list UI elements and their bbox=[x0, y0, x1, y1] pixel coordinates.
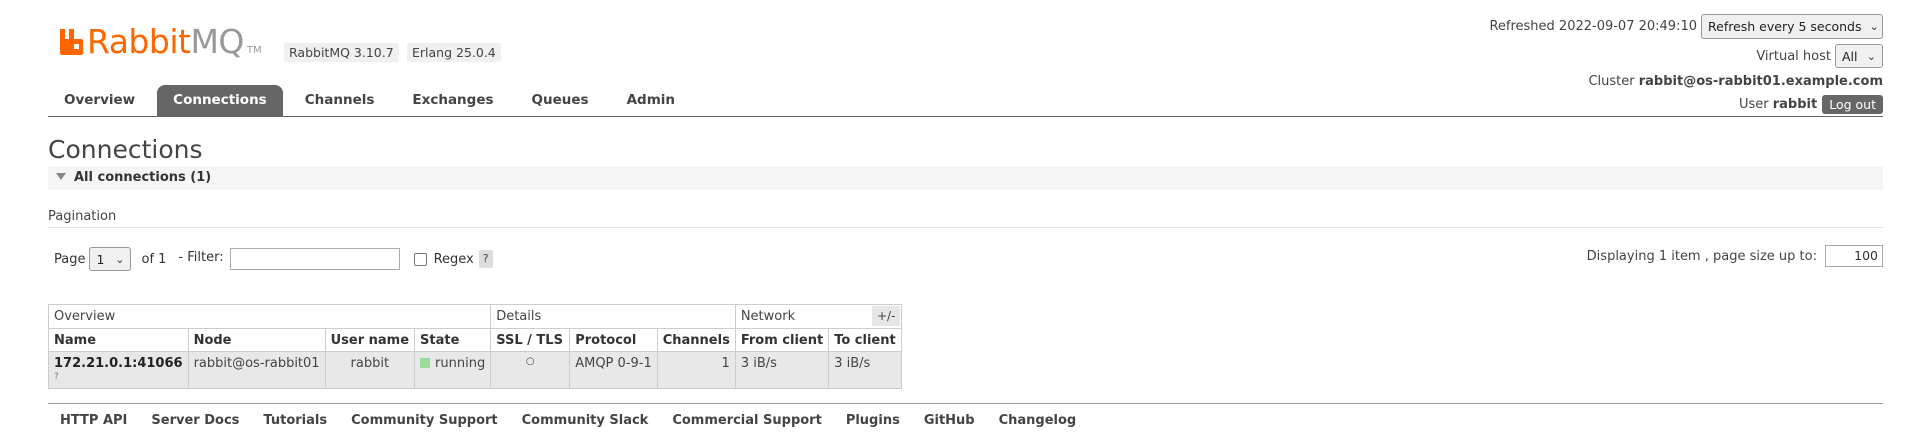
col-to-client-header[interactable]: To client bbox=[828, 328, 902, 352]
footer-link-tutorials[interactable]: Tutorials bbox=[263, 413, 327, 428]
refreshed-timestamp: Refreshed 2022-09-07 20:49:10 bbox=[1489, 19, 1697, 34]
refresh-interval-value: Refresh every 5 seconds bbox=[1708, 19, 1862, 34]
cell-protocol: AMQP 0-9-1 bbox=[569, 351, 658, 389]
state-text: running bbox=[435, 356, 486, 371]
group-overview: Overview bbox=[47, 304, 492, 329]
rabbitmq-management-page: Rabbit MQ TM RabbitMQ 3.10.7 Erlang 25.0.… bbox=[0, 0, 1920, 447]
footer-link-community-support[interactable]: Community Support bbox=[351, 413, 498, 428]
cell-name[interactable]: 172.21.0.1:41066 ? bbox=[48, 351, 189, 389]
col-ssl-header[interactable]: SSL / TLS bbox=[490, 328, 571, 352]
footer-divider bbox=[48, 403, 1883, 404]
section-label: All connections (1) bbox=[74, 170, 212, 185]
tab-connections[interactable]: Connections bbox=[157, 85, 283, 116]
cell-state: running bbox=[414, 351, 492, 389]
page-title: Connections bbox=[48, 135, 203, 164]
page-of-label: of 1 bbox=[141, 251, 167, 267]
chevron-down-icon: ⌄ bbox=[1869, 20, 1879, 33]
col-name-header[interactable]: Name bbox=[48, 328, 189, 352]
user-label: User bbox=[1738, 96, 1769, 112]
toggle-columns-button[interactable]: +/- bbox=[872, 306, 901, 326]
virtual-host-value: All bbox=[1842, 48, 1858, 64]
pagination-label[interactable]: Pagination bbox=[48, 209, 116, 224]
cluster-name: rabbit@os-rabbit01.example.com bbox=[1638, 73, 1883, 89]
filter-label: - Filter: bbox=[178, 249, 224, 265]
footer-link-commercial-support[interactable]: Commercial Support bbox=[672, 413, 822, 428]
filter-input[interactable] bbox=[229, 248, 400, 270]
refresh-row: Refreshed 2022-09-07 20:49:10 Refresh ev… bbox=[1489, 14, 1883, 39]
tab-channels[interactable]: Channels bbox=[289, 85, 391, 116]
connections-table: Overview Details Network Name Node User … bbox=[47, 304, 902, 389]
page-select[interactable]: 1 ⌄ bbox=[89, 247, 132, 271]
col-from-client-header[interactable]: From client bbox=[734, 328, 830, 352]
virtual-host-select[interactable]: All ⌄ bbox=[1835, 44, 1883, 68]
cell-ssl: ○ bbox=[490, 351, 571, 389]
chevron-down-icon: ⌄ bbox=[1866, 49, 1876, 63]
rabbitmq-logo[interactable]: Rabbit MQ TM bbox=[58, 22, 262, 62]
chevron-down-icon: ⌄ bbox=[115, 252, 125, 266]
tab-exchanges[interactable]: Exchanges bbox=[396, 85, 509, 116]
page-size-controls: Displaying 1 item , page size up to: 100 bbox=[1587, 245, 1883, 267]
footer-link-plugins[interactable]: Plugins bbox=[846, 413, 900, 428]
main-tabs: Overview Connections Channels Exchanges … bbox=[48, 85, 697, 116]
footer-links: HTTP API Server Docs Tutorials Community… bbox=[48, 413, 1088, 428]
col-username-header[interactable]: User name bbox=[324, 328, 416, 352]
tab-admin[interactable]: Admin bbox=[611, 85, 691, 116]
collapse-triangle-icon bbox=[56, 173, 66, 180]
logo-mq-text: MQ bbox=[190, 22, 244, 61]
tab-overview[interactable]: Overview bbox=[48, 85, 151, 116]
state-running-indicator bbox=[420, 358, 431, 368]
footer-link-community-slack[interactable]: Community Slack bbox=[522, 413, 649, 428]
logo-trademark: TM bbox=[246, 45, 262, 56]
tab-queues[interactable]: Queues bbox=[516, 85, 605, 116]
all-connections-section-toggle[interactable]: All connections (1) bbox=[48, 166, 1883, 190]
page-label: Page bbox=[54, 251, 86, 267]
cell-from-client: 3 iB/s bbox=[734, 351, 830, 389]
page-size-input[interactable]: 100 bbox=[1825, 245, 1883, 267]
regex-checkbox[interactable] bbox=[413, 252, 427, 266]
erlang-version-badge: Erlang 25.0.4 bbox=[407, 43, 501, 62]
virtual-host-row: Virtual host All ⌄ bbox=[1756, 44, 1883, 68]
regex-label: Regex bbox=[433, 251, 474, 267]
footer-link-http-api[interactable]: HTTP API bbox=[60, 413, 127, 428]
footer-link-changelog[interactable]: Changelog bbox=[999, 413, 1077, 428]
connection-name-link[interactable]: 172.21.0.1:41066 bbox=[54, 356, 183, 371]
logout-button[interactable]: Log out bbox=[1822, 94, 1883, 114]
rabbitmq-version-badge: RabbitMQ 3.10.7 bbox=[284, 43, 399, 62]
rabbit-logo-icon bbox=[60, 29, 83, 55]
page-select-value: 1 bbox=[96, 251, 105, 267]
user-row: User rabbit Log out bbox=[1739, 94, 1883, 114]
col-channels-header[interactable]: Channels bbox=[656, 328, 736, 352]
footer-link-server-docs[interactable]: Server Docs bbox=[151, 413, 239, 428]
col-node-header[interactable]: Node bbox=[187, 328, 326, 352]
cell-to-client: 3 iB/s bbox=[828, 351, 902, 389]
user-name: rabbit bbox=[1772, 96, 1818, 112]
virtual-host-label: Virtual host bbox=[1756, 48, 1831, 64]
col-state-header[interactable]: State bbox=[414, 328, 492, 352]
column-group-row: Overview Details Network bbox=[47, 304, 902, 329]
footer-link-github[interactable]: GitHub bbox=[924, 413, 975, 428]
cell-channels: 1 bbox=[656, 351, 736, 389]
pagination-divider bbox=[48, 227, 1883, 228]
pagination-controls: Page 1 ⌄ of 1 - Filter: Regex ? bbox=[54, 247, 493, 271]
tabs-divider bbox=[48, 116, 1883, 117]
table-header-row: Name Node User name State SSL / TLS Prot… bbox=[48, 328, 902, 352]
regex-help-button[interactable]: ? bbox=[478, 250, 493, 268]
cell-user: rabbit bbox=[324, 351, 416, 389]
cluster-row: Cluster rabbit@os-rabbit01.example.com bbox=[1588, 72, 1883, 90]
logo-rabbit-text: Rabbit bbox=[87, 22, 191, 61]
col-protocol-header[interactable]: Protocol bbox=[569, 328, 658, 352]
refresh-interval-select[interactable]: Refresh every 5 seconds ⌄ bbox=[1701, 14, 1883, 39]
table-row[interactable]: 172.21.0.1:41066 ? rabbit@os-rabbit01 ra… bbox=[48, 351, 902, 389]
display-count-text: Displaying 1 item , page size up to: bbox=[1586, 248, 1817, 264]
connection-name-sub: ? bbox=[54, 372, 59, 382]
group-details: Details bbox=[490, 304, 736, 329]
cluster-label: Cluster bbox=[1588, 73, 1635, 89]
cell-node: rabbit@os-rabbit01 bbox=[187, 351, 326, 389]
